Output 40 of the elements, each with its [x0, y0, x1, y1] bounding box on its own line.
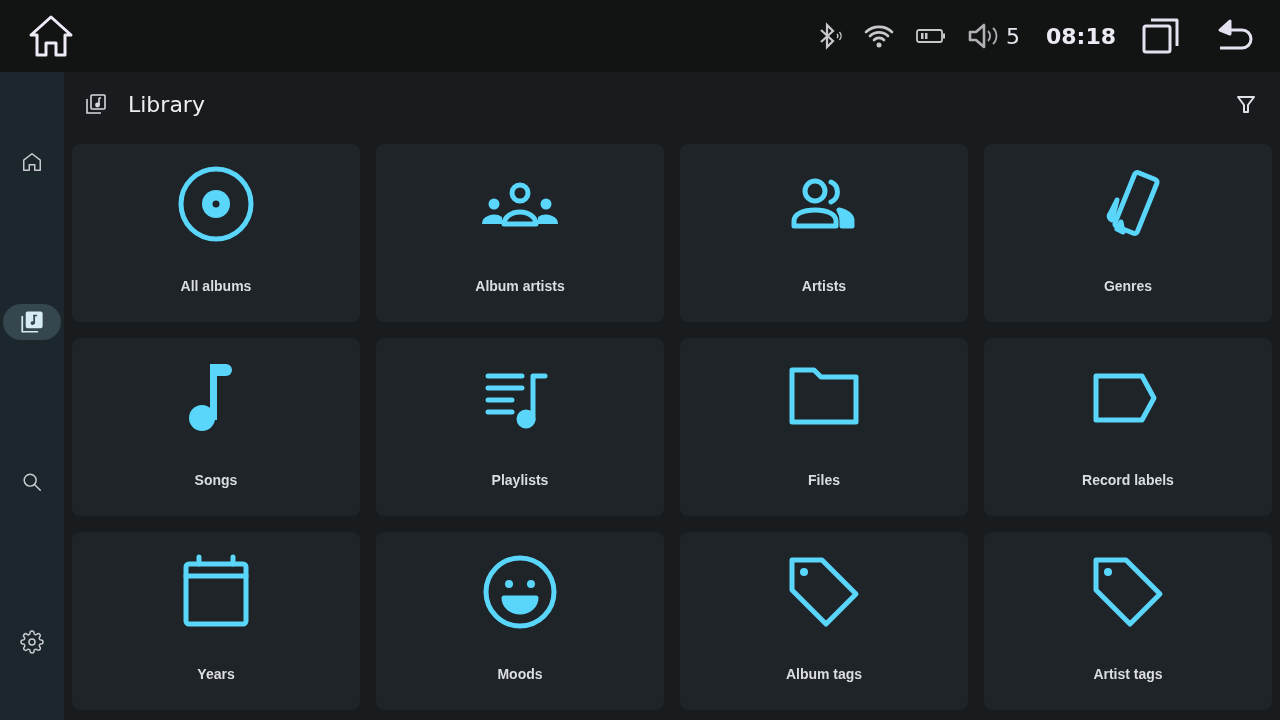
- clock-time: 08:18: [1045, 23, 1116, 49]
- volume-level: 5: [1005, 23, 1020, 49]
- library-category-tile[interactable]: Album tags: [680, 532, 968, 710]
- tile-label: Album tags: [785, 666, 863, 682]
- music-library-icon: [19, 309, 45, 335]
- battery-icon: [915, 28, 946, 44]
- library-category-tile[interactable]: Files: [680, 338, 968, 516]
- library-category-tile[interactable]: Album artists: [376, 144, 664, 322]
- library-category-tile[interactable]: Record labels: [984, 338, 1272, 516]
- library-category-tile[interactable]: Years: [72, 532, 360, 710]
- tile-label: Record labels: [1082, 472, 1174, 488]
- tile-label: Playlists: [491, 472, 549, 488]
- library-category-tile[interactable]: Artist tags: [984, 532, 1272, 710]
- volume-icon: [967, 22, 998, 50]
- tile-label: Artist tags: [1093, 666, 1163, 682]
- tile-label: Files: [808, 472, 840, 488]
- library-category-tile[interactable]: Artists: [680, 144, 968, 322]
- home-icon: [21, 151, 43, 173]
- tile-label: Moods: [497, 666, 543, 682]
- page-title: Library: [128, 91, 205, 117]
- tile-label: Years: [197, 666, 235, 682]
- recent-apps-icon[interactable]: [1142, 17, 1180, 55]
- tile-label: Genres: [1103, 278, 1153, 294]
- settings-icon: [20, 630, 44, 654]
- wifi-icon: [863, 23, 894, 49]
- search-icon: [21, 471, 43, 493]
- library-category-tile[interactable]: Genres: [984, 144, 1272, 322]
- disc-icon: [176, 164, 256, 244]
- library-category-tile[interactable]: All albums: [72, 144, 360, 322]
- tile-label: All albums: [180, 278, 252, 294]
- music-library-icon: [84, 92, 108, 116]
- tile-label: Album artists: [475, 278, 565, 294]
- filter-icon[interactable]: [1236, 94, 1256, 114]
- sidebar-item[interactable]: [3, 304, 61, 340]
- home-icon[interactable]: [28, 14, 74, 58]
- library-category-tile[interactable]: Playlists: [376, 338, 664, 516]
- library-category-tile[interactable]: Songs: [72, 338, 360, 516]
- library-category-tile[interactable]: Moods: [376, 532, 664, 710]
- tile-label: Artists: [801, 278, 847, 294]
- tile-label: Songs: [194, 472, 238, 488]
